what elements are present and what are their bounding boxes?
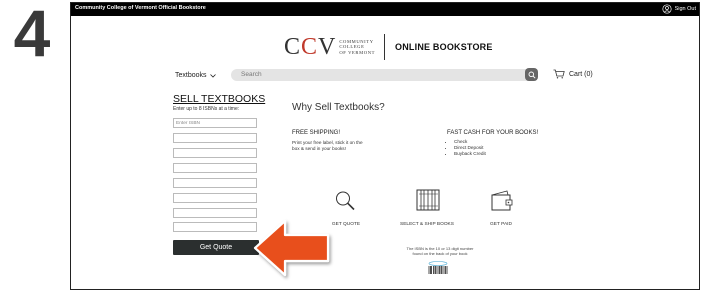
search-icon: [528, 71, 536, 79]
user-icon: [662, 4, 672, 14]
cart-icon: [553, 69, 565, 79]
browser-frame: Community College of Vermont Official Bo…: [70, 2, 700, 290]
magnifier-icon: [336, 191, 355, 211]
barcode-icon: [428, 261, 448, 274]
why-sell-heading: Why Sell Textbooks?: [292, 102, 385, 113]
isbn-input[interactable]: [173, 178, 257, 188]
sell-instructions: Enter up to 8 ISBNs at a time:: [173, 106, 240, 112]
fast-cash-title: FAST CASH FOR YOUR BOOKS!: [447, 130, 539, 136]
step-number-4: 4: [14, 2, 51, 60]
sign-out-label: Sign Out: [674, 6, 696, 12]
sell-heading: SELL TEXTBOOKS: [173, 93, 266, 105]
arrow-pointer-icon: [253, 219, 330, 277]
sell-panel: SELL TEXTBOOKS Enter up to 8 ISBNs at a …: [173, 93, 266, 112]
free-shipping-title: FREE SHIPPING!: [292, 130, 341, 136]
search-placeholder: Search: [241, 71, 262, 78]
step-label: GET PAID: [490, 222, 512, 227]
isbn-input[interactable]: [173, 148, 257, 158]
chevron-down-icon: [209, 73, 216, 78]
isbn-input[interactable]: [173, 163, 257, 173]
svg-text:4: 4: [14, 2, 51, 60]
textbooks-label: Textbooks: [175, 72, 207, 79]
logo-mark: CCV: [284, 33, 337, 60]
isbn-input[interactable]: [173, 133, 257, 143]
top-bar: Community College of Vermont Official Bo…: [71, 3, 699, 16]
store-name: Community College of Vermont Official Bo…: [75, 5, 206, 11]
textbooks-menu[interactable]: Textbooks: [175, 69, 231, 82]
ccv-logo[interactable]: CCV Community College of Vermont ONLINE BO…: [284, 33, 493, 60]
isbn-input[interactable]: [173, 208, 257, 218]
logo-subtitle: Community College of Vermont: [339, 39, 376, 55]
books-icon: [416, 189, 440, 211]
online-bookstore-label: ONLINE BOOKSTORE: [395, 42, 493, 52]
payment-option: Buyback Credit: [454, 151, 486, 157]
isbn-input[interactable]: Enter ISBN: [173, 118, 257, 128]
search-bar[interactable]: Search: [231, 68, 538, 81]
cart-link[interactable]: Cart (0): [553, 69, 593, 79]
get-quote-button[interactable]: Get Quote: [173, 240, 259, 255]
free-shipping-text: Print your free label, stick it on the bo…: [292, 140, 363, 151]
sign-out-link[interactable]: Sign Out: [662, 4, 696, 14]
isbn-help-text: The ISBN is the 10 or 13 digit number fou…: [406, 246, 474, 256]
wallet-icon: [491, 190, 513, 211]
isbn-input[interactable]: [173, 222, 257, 232]
search-button[interactable]: [525, 68, 538, 81]
step-label: SELECT & SHIP BOOKS: [400, 222, 454, 227]
cart-label: Cart (0): [569, 70, 593, 78]
logo-divider: [384, 34, 386, 60]
fast-cash-options: Check Direct Deposit Buyback Credit: [447, 139, 486, 157]
isbn-input[interactable]: [173, 193, 257, 203]
